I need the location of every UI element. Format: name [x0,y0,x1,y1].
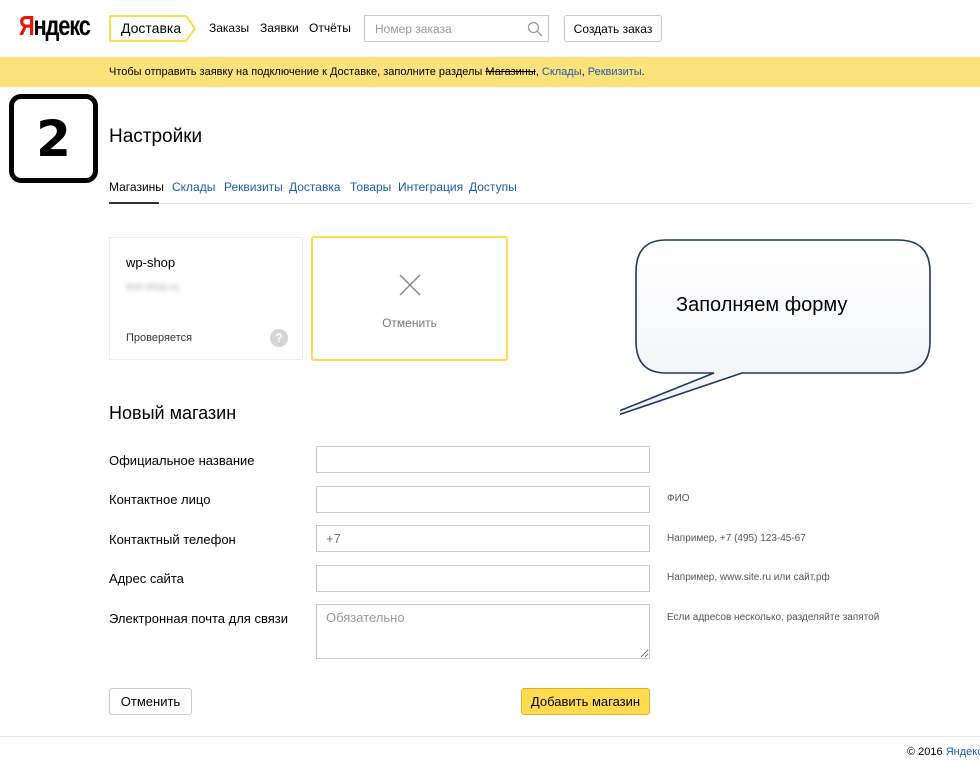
notice-bar: Чтобы отправить заявку на подключение к … [0,57,980,87]
contact-phone-input[interactable] [316,525,650,552]
footer-copyright: © 2016 [907,746,943,758]
speech-callout-bubble [620,239,931,416]
nav-requests[interactable]: Заявки [260,21,299,35]
order-search-input[interactable] [365,16,525,41]
step-number-badge: 2 [9,94,98,183]
create-order-button[interactable]: Создать заказ [564,15,662,42]
settings-tabs: Магазины Склады Реквизиты Доставка Товар… [109,180,973,204]
notice-link-warehouses[interactable]: Склады [542,66,582,78]
email-textarea[interactable] [316,604,650,659]
header: Яндекс Доставка Заказы Заявки Отчёты Соз… [0,0,980,57]
contact-person-label: Контактное лицо [109,492,211,507]
callout-text: Заполняем форму [676,294,848,316]
tab-stores[interactable]: Магазины [109,180,164,194]
page-title: Настройки [109,126,203,147]
tab-access[interactable]: Доступы [469,180,517,194]
notice-separator: , [535,66,539,78]
tab-warehouses[interactable]: Склады [172,180,215,194]
footer-yandex-link[interactable]: Яндекс [946,746,980,758]
tab-products[interactable]: Товары [350,180,391,194]
nav-orders[interactable]: Заказы [209,21,249,35]
contact-person-input[interactable] [316,486,650,513]
store-name: wp-shop [126,255,176,270]
add-store-button[interactable]: Добавить магазин [521,688,650,715]
official-name-input[interactable] [316,446,650,473]
cancel-card-label: Отменить [382,316,437,330]
notice-link-requisites[interactable]: Реквизиты [588,66,642,78]
store-status: Проверяется [126,332,193,344]
contact-person-hint: ФИО [667,493,690,504]
yandex-logo[interactable]: Яндекс [19,10,91,42]
service-badge-delivery[interactable]: Доставка [109,15,196,42]
store-domain-blurred: test-shop.ru [126,282,179,293]
website-label: Адрес сайта [109,571,184,586]
order-search [364,15,549,42]
footer: © 2016 Яндекс [907,746,980,758]
notice-end: . [641,66,645,78]
email-label: Электронная почта для связи [109,611,288,626]
official-name-label: Официальное название [109,453,255,468]
website-hint: Например, www.site.ru или сайт.рф [667,572,830,583]
website-input[interactable] [316,565,650,592]
help-icon[interactable]: ? [270,329,288,347]
notice-done-section: Магазины [485,66,536,78]
new-store-title: Новый магазин [109,403,237,423]
tab-active-underline [109,202,159,204]
notice-separator: , [581,66,585,78]
cancel-button[interactable]: Отменить [109,688,192,715]
store-card[interactable]: wp-shop test-shop.ru Проверяется ? [109,237,303,360]
footer-clip: © 2016 Яндекс [900,740,980,760]
tab-integration[interactable]: Интеграция [398,180,463,194]
cancel-new-store-card[interactable]: Отменить [311,236,508,361]
tab-delivery[interactable]: Доставка [289,180,341,194]
nav-reports[interactable]: Отчёты [309,21,351,35]
email-hint: Если адресов несколько, разделяйте запят… [667,612,880,623]
service-badge-label: Доставка [121,20,182,36]
contact-phone-label: Контактный телефон [109,532,236,547]
contact-phone-hint: Например, +7 (495) 123-45-67 [667,533,806,544]
tab-requisites[interactable]: Реквизиты [224,180,283,194]
close-icon [399,274,421,296]
search-icon[interactable] [527,21,543,37]
notice-message: Чтобы отправить заявку на подключение к … [109,66,483,78]
footer-divider [0,736,980,737]
notice-text: Чтобы отправить заявку на подключение к … [109,66,645,78]
